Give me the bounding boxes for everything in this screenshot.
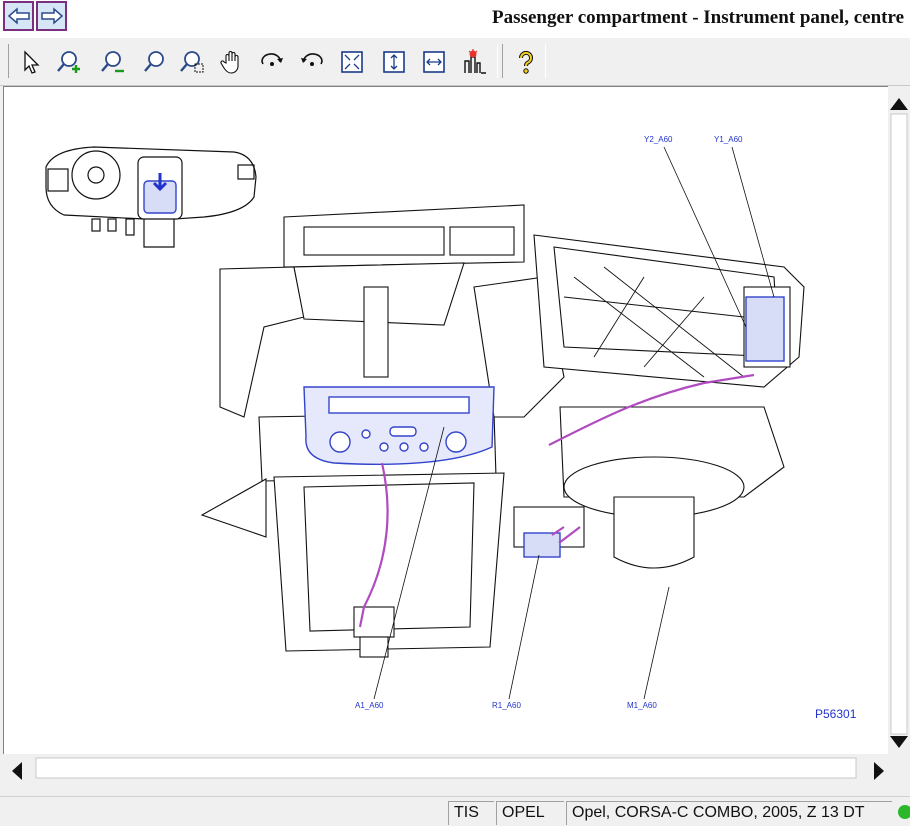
- label-y1[interactable]: Y1_A60: [714, 135, 742, 144]
- fit-width-icon: [423, 51, 445, 73]
- scroll-left-icon: [12, 762, 22, 780]
- pan-hand-icon: [220, 51, 239, 74]
- rotate-right-button[interactable]: [258, 48, 286, 76]
- scroll-up-icon: [890, 98, 908, 110]
- zoom-button[interactable]: [140, 48, 168, 76]
- label-y2[interactable]: Y2_A60: [644, 135, 672, 144]
- zoom-out-button[interactable]: [98, 48, 126, 76]
- title-bar: Passenger compartment - Instrument panel…: [0, 0, 910, 38]
- zoom-icon: [144, 51, 164, 72]
- status-make: OPEL: [496, 801, 564, 825]
- label-a1[interactable]: A1_A60: [355, 701, 383, 710]
- fit-all-icon: [341, 51, 363, 73]
- horizontal-scrollbar-graphic: [12, 757, 884, 780]
- fit-height-icon: [383, 51, 405, 73]
- resistor-connector-highlight: [523, 532, 561, 558]
- status-bar: TIS OPEL Opel, CORSA-C COMBO, 2005, Z 13…: [0, 796, 910, 826]
- status-vehicle: Opel, CORSA-C COMBO, 2005, Z 13 DT: [566, 801, 892, 825]
- label-m1[interactable]: M1_A60: [627, 701, 657, 710]
- page-title: Passenger compartment - Instrument panel…: [492, 7, 904, 28]
- pointer-tool-button[interactable]: [18, 48, 46, 76]
- zoom-in-icon: [57, 51, 80, 73]
- pan-button[interactable]: [218, 48, 246, 76]
- rotate-right-icon: [261, 53, 283, 66]
- forward-arrow-icon: [40, 7, 63, 25]
- fit-all-button[interactable]: [338, 48, 366, 76]
- forward-button[interactable]: [36, 1, 67, 31]
- diagram-canvas[interactable]: Y2_A60 Y1_A60 A1_A60 R1_A60 M1_A60 P5630…: [3, 86, 888, 754]
- actuator-connector-highlight: [745, 296, 785, 362]
- horizontal-scrollbar[interactable]: [0, 754, 888, 792]
- locator-dashboard: [45, 146, 257, 248]
- help-button[interactable]: [512, 48, 540, 76]
- label-r1[interactable]: R1_A60: [492, 701, 521, 710]
- zoom-window-icon: [180, 51, 204, 73]
- back-button[interactable]: [3, 1, 34, 31]
- vertical-scrollbar-graphic: [890, 98, 908, 748]
- vertical-scrollbar[interactable]: [888, 86, 910, 754]
- fit-height-button[interactable]: [380, 48, 408, 76]
- rotate-left-icon: [301, 53, 323, 66]
- zoom-window-button[interactable]: [178, 48, 206, 76]
- scroll-right-icon: [874, 762, 884, 780]
- zoom-in-button[interactable]: [54, 48, 82, 76]
- toolbar: [0, 38, 910, 86]
- component-diagram: [45, 146, 805, 700]
- help-icon: [518, 50, 533, 74]
- status-app: TIS: [448, 801, 494, 825]
- connection-status-icon: [898, 805, 910, 819]
- picture-code: P56301: [815, 707, 857, 721]
- highlight-icon: [464, 49, 486, 74]
- fit-width-button[interactable]: [420, 48, 448, 76]
- highlight-button[interactable]: [460, 48, 488, 76]
- heater-assembly: [200, 204, 805, 658]
- back-arrow-icon: [7, 7, 30, 25]
- control-panel-highlight: [303, 386, 495, 465]
- scroll-down-icon: [890, 736, 908, 748]
- rotate-left-button[interactable]: [298, 48, 326, 76]
- zoom-out-icon: [101, 51, 124, 73]
- pointer-icon: [24, 50, 40, 74]
